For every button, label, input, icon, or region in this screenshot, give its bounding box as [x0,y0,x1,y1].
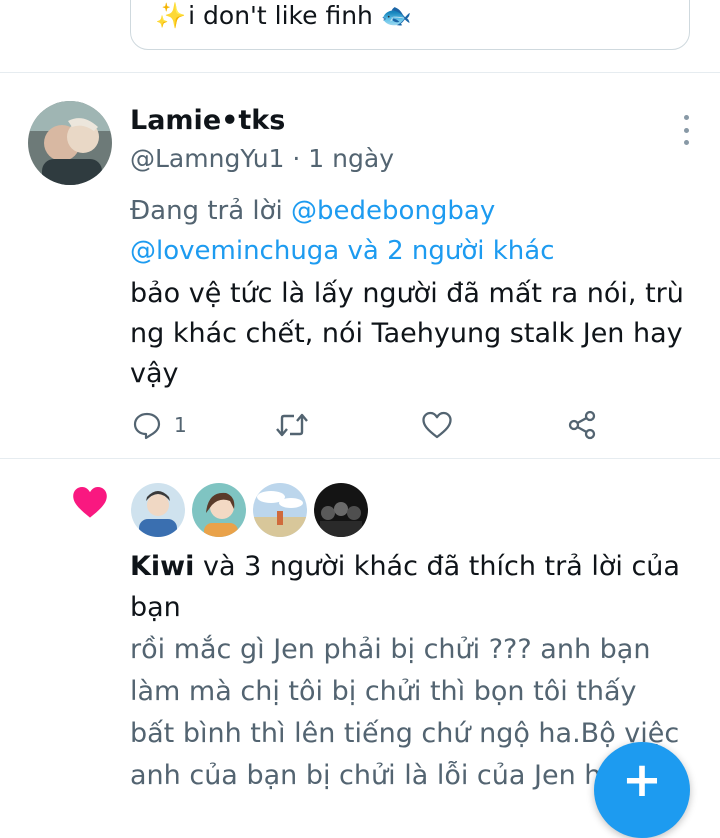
retweet-icon [276,413,308,437]
reply-preview-line: anh của bạn bị chửi là lỗi của Jen h [130,760,602,791]
mention-link[interactable]: @loveminchuga và 2 người khác [130,236,555,266]
quoted-tweet-text: ✨i don't like finh 🐟 [155,1,412,30]
reply-icon [133,412,161,440]
tweet-text-line: bảo vệ tức là lấy người đã mất ra nói, t… [130,278,684,309]
avatar[interactable] [131,483,185,537]
like-notification-text[interactable]: Kiwi và 3 người khác đã thích trả lời củ… [130,551,680,582]
like-notification-text: bạn [130,592,181,623]
reply-preview-line: làm mà chị tôi bị chửi thì bọn tôi thấy [130,676,637,707]
retweet-button[interactable] [274,408,310,442]
reply-preview-line: rồi mắc gì Jen phải bị chửi ??? anh bạn [130,634,651,665]
divider [0,72,720,73]
share-icon [568,410,596,440]
replying-to: Đang trả lời @bedebongbay [130,196,496,226]
plus-icon: + [621,752,663,809]
compose-button[interactable]: + [594,742,690,838]
liker-name: Kiwi [130,551,195,582]
reply-button[interactable]: 1 [132,408,187,442]
mention-link[interactable]: @bedebongbay [291,196,495,226]
share-button[interactable] [566,408,598,442]
fish-icon: 🐟 [380,1,412,30]
replying-to-others: @loveminchuga và 2 người khác [130,236,555,266]
reply-preview-line: bất bình thì lên tiếng chứ ngộ ha.Bộ việ… [130,718,680,749]
sparkles-icon: ✨ [155,1,187,30]
avatar[interactable] [192,483,246,537]
more-icon[interactable] [676,115,696,145]
tweet-text-line: ng khác chết, nói Taehyung stalk Jen hay [130,318,683,349]
avatar[interactable] [314,483,368,537]
quoted-tweet-card[interactable]: ✨i don't like finh 🐟 [130,0,690,50]
author-handle-time: @LamngYu1 · 1 ngày [130,144,394,173]
reply-count: 1 [174,413,187,437]
author-name[interactable]: Lamie•tks [130,105,285,136]
avatar[interactable] [253,483,307,537]
avatar[interactable] [28,101,112,185]
tweet-text-line: vậy [130,358,179,389]
heart-icon [70,484,110,524]
like-icon [422,411,452,439]
divider [0,458,720,459]
like-button[interactable] [421,408,453,442]
